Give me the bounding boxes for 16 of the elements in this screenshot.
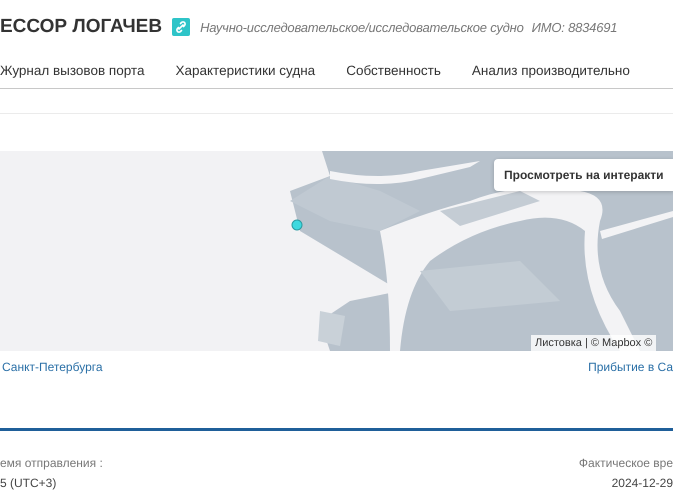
map-attribution: Листовка | © Mapbox © — [531, 335, 656, 351]
tab[interactable]: Характеристики судна — [175, 62, 316, 78]
vessel-type: Научно-исследовательское/исследовательское судно — [200, 20, 524, 34]
port-link[interactable]: Санкт-Петербурга — [2, 360, 103, 380]
imo-number: ИМО: 8834691 — [532, 20, 618, 34]
time-label: Фактическое вре — [578, 456, 673, 470]
view-interactive-map-button[interactable]: Просмотреть на интеракти — [494, 159, 673, 191]
tab[interactable]: Анализ производительно — [472, 62, 630, 78]
time-label: емя отправления : — [0, 456, 103, 470]
tab[interactable]: Собственность — [346, 62, 441, 78]
port-link[interactable]: Прибытие в Са — [588, 360, 673, 380]
link-icon[interactable] — [172, 18, 190, 36]
tab[interactable]: Журнал вызовов порта — [0, 62, 144, 78]
vessel-name: ЕССОР ЛОГАЧЕВ — [0, 16, 162, 38]
time-value: 5 (UTC+3) — [0, 476, 58, 490]
time-value: 2024-12-29 — [612, 476, 673, 490]
